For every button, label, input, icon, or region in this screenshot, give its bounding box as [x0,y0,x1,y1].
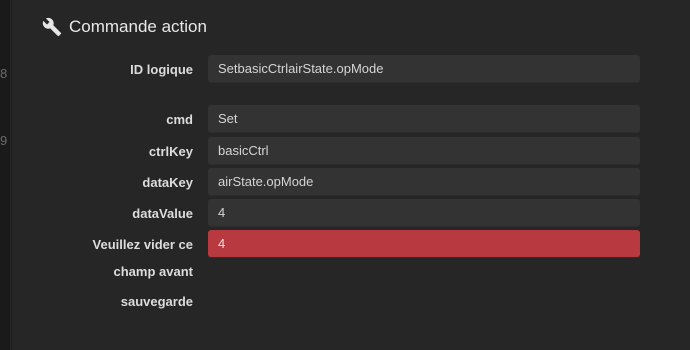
form-row-ctrlkey: ctrlKey basicCtrl [12,137,690,167]
command-action-panel: Commande action ID logique SetbasicCtrla… [12,0,690,350]
clear-field-label-line-2: champ avant [113,264,193,279]
logical-id-label: ID logique [130,62,193,77]
ctrlkey-field[interactable]: basicCtrl [208,137,640,165]
panel-header: Commande action [42,17,207,37]
form-row-cmd: cmd Set [12,105,690,135]
clear-field-label-line-1: Veuillez vider ce [92,237,193,252]
editor-gutter: 8 9 [0,0,11,350]
datakey-field[interactable]: airState.opMode [208,168,640,196]
clear-field-input[interactable]: 4 [208,230,640,258]
form-row-datavalue: dataValue 4 [12,199,690,229]
datakey-label: dataKey [142,175,193,190]
form-row-clear-field: Veuillez vider ce 4 [12,230,690,260]
panel-title: Commande action [69,17,207,36]
ctrlkey-label: ctrlKey [148,144,193,159]
form-row-datakey: dataKey airState.opMode [12,168,690,198]
datavalue-field[interactable]: 4 [208,199,640,227]
logical-id-field[interactable]: SetbasicCtrlairState.opMode [208,55,640,83]
clear-field-label-line-3: sauvegarde [120,294,193,309]
form-row-logical-id: ID logique SetbasicCtrlairState.opMode [12,55,690,85]
cmd-field[interactable]: Set [208,105,640,133]
line-number: 8 [0,66,8,81]
wrench-icon [42,17,62,37]
cmd-label: cmd [166,112,193,127]
line-number: 9 [0,133,8,148]
datavalue-label: dataValue [132,206,193,221]
page: 8 9 Commande action ID logique SetbasicC… [0,0,690,350]
